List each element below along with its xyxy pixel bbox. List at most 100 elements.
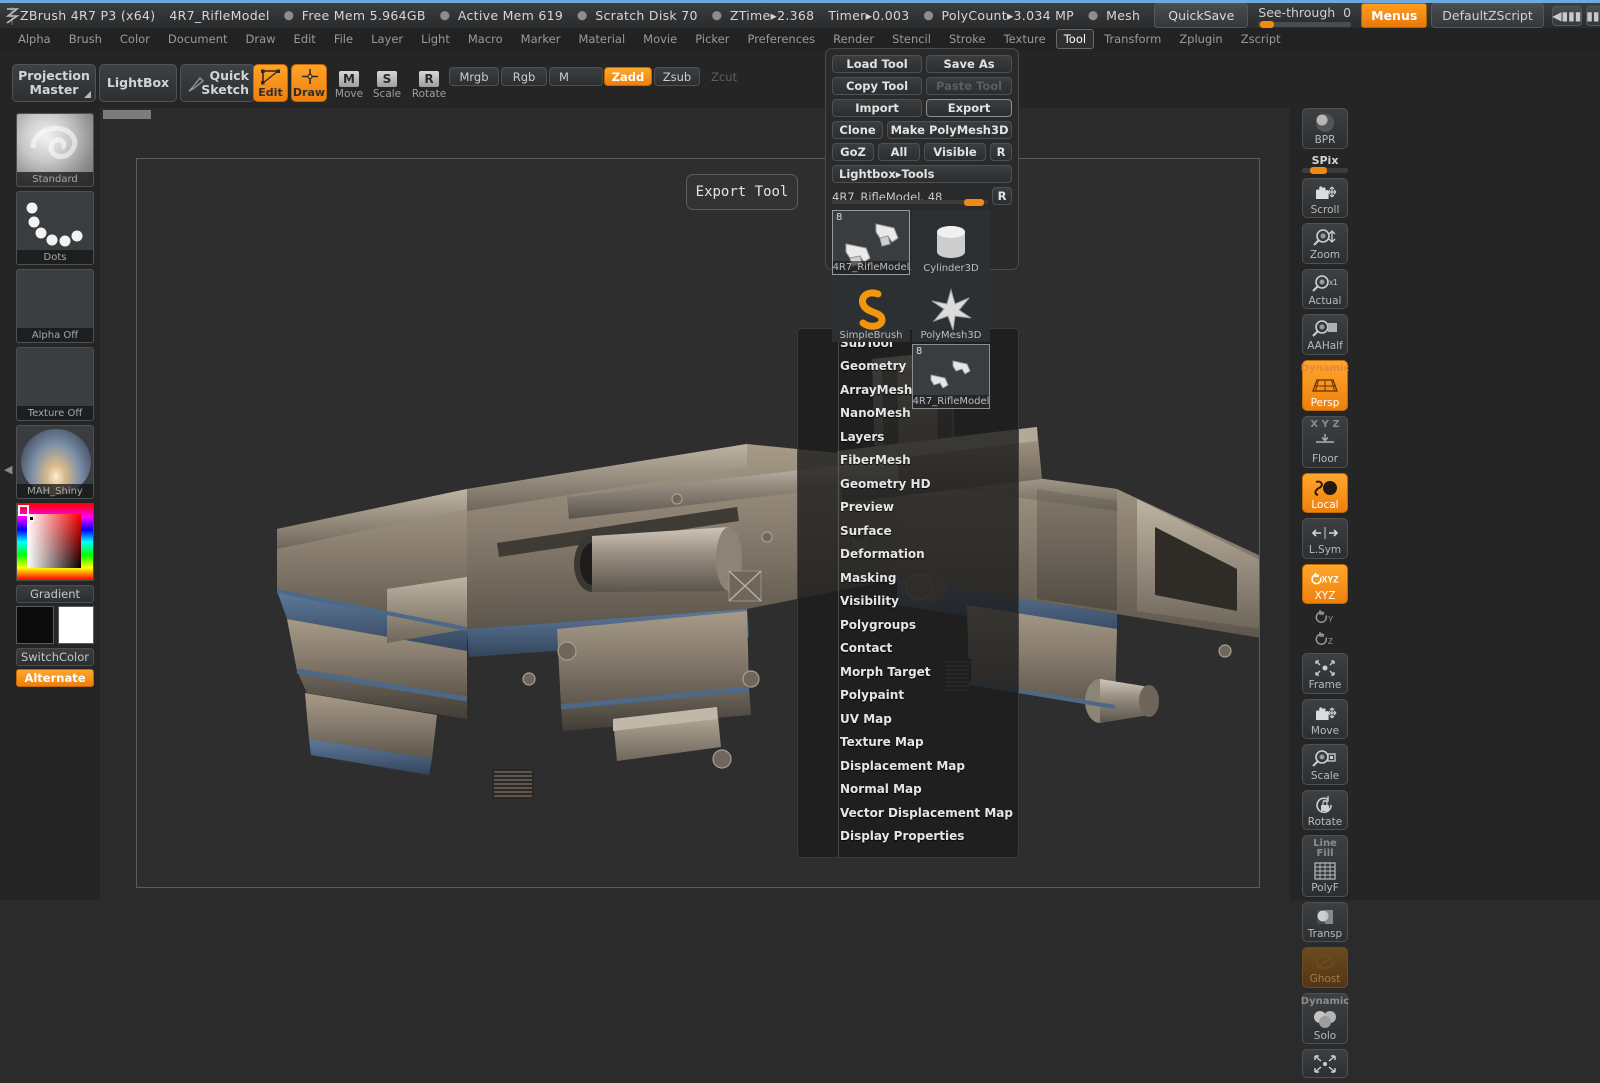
viewport-canvas[interactable] [136, 158, 1260, 888]
zadd-toggle[interactable]: Zadd [604, 67, 652, 86]
export-button[interactable]: Export [926, 99, 1012, 117]
quicksave-button[interactable]: QuickSave [1154, 3, 1249, 28]
tool-menu-item-contact[interactable]: Contact [798, 637, 1018, 661]
r-toggle-1[interactable]: R [990, 143, 1012, 161]
tool-menu-item-uv-map[interactable]: UV Map [798, 707, 1018, 731]
secondary-color-swatch[interactable] [58, 606, 94, 644]
tool-menu-item-surface[interactable]: Surface [798, 519, 1018, 543]
tool-menu-item-vector-displacement-map[interactable]: Vector Displacement Map [798, 801, 1018, 825]
tool-menu-item-display-properties[interactable]: Display Properties [798, 825, 1018, 849]
menu-item-stencil[interactable]: Stencil [884, 29, 939, 49]
rb-button-aahalf[interactable]: AAHalf [1302, 314, 1348, 355]
lightbox-button[interactable]: LightBox [99, 64, 177, 102]
draw-button[interactable]: Draw [291, 64, 327, 102]
scroll-right-icon[interactable]: ▮▮▮▶ [1585, 5, 1600, 26]
rotate-z-icon[interactable]: Z [1298, 631, 1352, 650]
default-zscript-button[interactable]: DefaultZScript [1431, 3, 1544, 28]
menu-item-edit[interactable]: Edit [286, 29, 324, 49]
rgb-toggle[interactable]: Rgb [501, 67, 547, 86]
menu-item-color[interactable]: Color [112, 29, 158, 49]
clone-button[interactable]: Clone [832, 121, 884, 139]
menu-item-texture[interactable]: Texture [996, 29, 1054, 49]
all-button[interactable]: All [878, 143, 920, 161]
rb-button-lsym[interactable]: L.Sym [1302, 518, 1348, 559]
r-toggle-2[interactable]: R [992, 187, 1012, 205]
menu-item-file[interactable]: File [326, 29, 361, 49]
tool-menu-item-displacement-map[interactable]: Displacement Map [798, 754, 1018, 778]
rb-button-solo[interactable]: Dynamic Solo [1301, 992, 1349, 1044]
rb-button-actual[interactable]: x1 Actual [1302, 268, 1348, 309]
rb-button-persp[interactable]: Dynamic Persp [1301, 359, 1349, 411]
rotate-y-icon[interactable]: Y [1298, 609, 1352, 628]
rb-button-scroll[interactable]: Scroll [1302, 177, 1348, 218]
alpha-thumbnail[interactable]: Alpha Off [16, 269, 94, 343]
tool-item-polymesh3d[interactable]: PolyMesh3D [912, 277, 990, 342]
menu-item-material[interactable]: Material [570, 29, 633, 49]
move-button[interactable]: M Move [334, 66, 364, 100]
projection-master-button[interactable]: Projection Master [12, 64, 96, 102]
rb-button-polyf[interactable]: Line Fill PolyF [1302, 835, 1348, 897]
zcut-toggle[interactable]: Zcut [702, 67, 746, 86]
gradient-button[interactable]: Gradient [16, 585, 94, 603]
tool-menu-item-fibermesh[interactable]: FiberMesh [798, 449, 1018, 473]
brush-thumbnail[interactable]: Standard [16, 113, 94, 187]
tool-menu-item-deformation[interactable]: Deformation [798, 543, 1018, 567]
alternate-button[interactable]: Alternate [16, 669, 94, 687]
rb-button-floor[interactable]: X Y Z Floor [1302, 416, 1348, 468]
tool-menu-item-polygroups[interactable]: Polygroups [798, 613, 1018, 637]
rb-slider-track-spix[interactable] [1302, 166, 1348, 174]
rb-button-ghost[interactable]: Ghost [1302, 947, 1348, 988]
rb-button-fit[interactable] [1302, 1049, 1348, 1078]
tool-item-4r7-riflemodel[interactable]: 8 4R7_RifleModel [832, 210, 910, 275]
menu-item-alpha[interactable]: Alpha [10, 29, 59, 49]
tool-item-4r7-riflemodel-2[interactable]: 8 4R7_RifleModel [912, 344, 990, 409]
switch-color-button[interactable]: SwitchColor [16, 648, 94, 666]
rb-button-move[interactable]: Move [1302, 698, 1348, 739]
import-button[interactable]: Import [832, 99, 923, 117]
m-toggle[interactable]: M [549, 67, 603, 86]
rb-slider-knob-spix[interactable] [1310, 166, 1327, 174]
zsub-toggle[interactable]: Zsub [654, 67, 700, 86]
scale-button[interactable]: S Scale [372, 66, 402, 100]
tool-item-simplebrush[interactable]: SimpleBrush [832, 277, 910, 342]
menu-item-draw[interactable]: Draw [238, 29, 284, 49]
edit-button[interactable]: Edit [253, 64, 288, 102]
menu-item-picker[interactable]: Picker [687, 29, 737, 49]
copy-tool-button[interactable]: Copy Tool [832, 77, 923, 95]
menu-item-tool[interactable]: Tool [1055, 29, 1095, 49]
quick-sketch-button[interactable]: Quick Sketch [180, 64, 255, 102]
tool-palette-popup[interactable]: Load Tool Save As Copy Tool Paste Tool I… [825, 48, 1019, 409]
make-polymesh3d-button[interactable]: Make PolyMesh3D [887, 121, 1012, 139]
lightbox-tools-button[interactable]: Lightbox▸Tools [832, 165, 1012, 183]
mrgb-toggle[interactable]: Mrgb [449, 67, 499, 86]
see-through-slider[interactable]: See-through 0 [1258, 5, 1352, 28]
canvas-area[interactable] [100, 108, 1290, 900]
color-picker[interactable] [16, 503, 94, 581]
menu-item-preferences[interactable]: Preferences [739, 29, 823, 49]
rb-button-xyz[interactable]: XYZ XYZ [1302, 563, 1348, 604]
visible-button[interactable]: Visible [924, 143, 986, 161]
save-as-button[interactable]: Save As [926, 55, 1012, 73]
menu-item-brush[interactable]: Brush [61, 29, 110, 49]
menu-item-transform[interactable]: Transform [1096, 29, 1169, 49]
menu-item-movie[interactable]: Movie [635, 29, 685, 49]
rotate-button[interactable]: R Rotate [412, 66, 446, 100]
tool-menu-item-morph-target[interactable]: Morph Target [798, 660, 1018, 684]
goz-button[interactable]: GoZ [832, 143, 874, 161]
menus-button[interactable]: Menus [1361, 3, 1428, 28]
tool-thumbnail-grid[interactable]: 8 4R7_RifleModel Cylinder3D SimpleBrush … [832, 210, 1012, 409]
rb-button-zoom[interactable]: Zoom [1302, 223, 1348, 264]
menu-item-layer[interactable]: Layer [363, 29, 411, 49]
rb-button-rotate[interactable]: Rotate [1302, 789, 1348, 830]
texture-thumbnail[interactable]: Texture Off [16, 347, 94, 421]
tool-menu-item-layers[interactable]: Layers [798, 425, 1018, 449]
tool-menu-item-masking[interactable]: Masking [798, 566, 1018, 590]
see-through-track[interactable] [1258, 20, 1352, 28]
tool-menu-item-geometry-hd[interactable]: Geometry HD [798, 472, 1018, 496]
menu-item-render[interactable]: Render [825, 29, 882, 49]
tool-menu-item-texture-map[interactable]: Texture Map [798, 731, 1018, 755]
paste-tool-button[interactable]: Paste Tool [926, 77, 1012, 95]
load-tool-button[interactable]: Load Tool [832, 55, 923, 73]
tool-menu-item-polypaint[interactable]: Polypaint [798, 684, 1018, 708]
rb-button-bpr[interactable]: BPR [1302, 108, 1348, 149]
